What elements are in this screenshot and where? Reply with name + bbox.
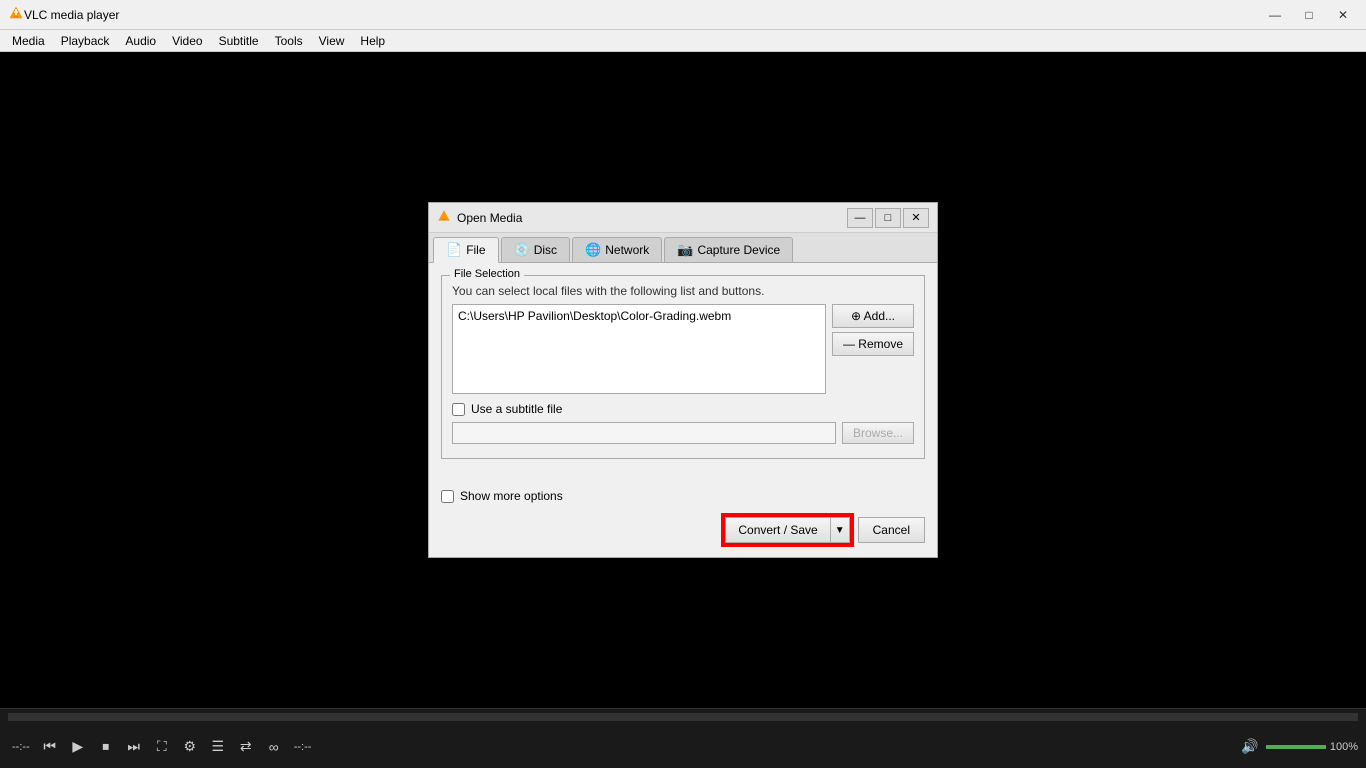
disc-tab-icon: 💿 xyxy=(514,242,530,258)
cancel-button[interactable]: Cancel xyxy=(858,517,925,543)
dialog-maximize-button[interactable]: □ xyxy=(875,208,901,228)
dialog-content: File Selection You can select local file… xyxy=(429,263,937,481)
browse-button[interactable]: Browse... xyxy=(842,422,914,444)
window-controls: — □ ✕ xyxy=(1260,3,1358,27)
file-selection-label: File Selection xyxy=(450,268,524,280)
subtitle-checkbox[interactable] xyxy=(452,403,465,416)
capture-tab-label: Capture Device xyxy=(697,243,780,257)
progress-bar[interactable] xyxy=(8,713,1358,721)
menu-video[interactable]: Video xyxy=(164,32,210,50)
dialog-close-button[interactable]: ✕ xyxy=(903,208,929,228)
loop-button[interactable]: ∞ xyxy=(262,735,286,759)
disc-tab-label: Disc xyxy=(534,243,557,257)
file-area: C:\Users\HP Pavilion\Desktop\Color-Gradi… xyxy=(452,304,914,394)
network-tab-label: Network xyxy=(605,243,649,257)
remove-button[interactable]: — Remove xyxy=(832,332,914,356)
playlist-button[interactable]: ☰ xyxy=(206,735,230,759)
tab-disc[interactable]: 💿 Disc xyxy=(501,237,571,262)
controls-row: --:-- ⏮ ▶ ⏹ ⏭ ⛶ ⚙ ☰ ⇄ ∞ --:-- 🔊 100% xyxy=(0,725,1366,768)
volume-section: 🔊 100% xyxy=(1238,735,1358,759)
tab-capture-device[interactable]: 📷 Capture Device xyxy=(664,237,793,262)
stop-button[interactable]: ⏹ xyxy=(94,735,118,759)
file-selection-description: You can select local files with the foll… xyxy=(452,284,914,298)
convert-save-button[interactable]: Convert / Save xyxy=(725,517,829,543)
network-tab-icon: 🌐 xyxy=(585,242,601,258)
dialog-vlc-icon xyxy=(437,209,451,226)
open-media-dialog: Open Media — □ ✕ 📄 File 💿 Disc 🌐 Network xyxy=(428,202,938,558)
tabs-bar: 📄 File 💿 Disc 🌐 Network 📷 Capture Device xyxy=(429,233,937,263)
next-button[interactable]: ⏭ xyxy=(122,735,146,759)
dialog-title-text: Open Media xyxy=(457,211,847,225)
subtitle-path-row: Browse... xyxy=(452,422,914,444)
convert-save-wrapper: Convert / Save ▼ xyxy=(723,515,851,545)
subtitle-checkbox-row: Use a subtitle file xyxy=(452,402,914,416)
subtitle-checkbox-label[interactable]: Use a subtitle file xyxy=(471,402,562,416)
add-button[interactable]: ⊕ Add... xyxy=(832,304,914,328)
file-tab-icon: 📄 xyxy=(446,242,462,258)
tab-network[interactable]: 🌐 Network xyxy=(572,237,662,262)
menu-view[interactable]: View xyxy=(311,32,353,50)
time-right: --:-- xyxy=(294,741,312,753)
extended-button[interactable]: ⚙ xyxy=(178,735,202,759)
capture-tab-icon: 📷 xyxy=(677,242,693,258)
app-title: VLC media player xyxy=(24,8,1260,22)
tab-file[interactable]: 📄 File xyxy=(433,237,499,263)
show-more-row: Show more options xyxy=(429,489,937,503)
menu-help[interactable]: Help xyxy=(352,32,393,50)
time-left: --:-- xyxy=(12,741,30,753)
volume-icon[interactable]: 🔊 xyxy=(1238,735,1262,759)
volume-percent: 100% xyxy=(1330,741,1358,753)
close-button[interactable]: ✕ xyxy=(1328,3,1358,27)
play-button[interactable]: ▶ xyxy=(66,735,90,759)
prev-button[interactable]: ⏮ xyxy=(38,735,62,759)
file-list-item: C:\Users\HP Pavilion\Desktop\Color-Gradi… xyxy=(456,308,822,324)
file-buttons: ⊕ Add... — Remove xyxy=(832,304,914,394)
dialog-titlebar: Open Media — □ ✕ xyxy=(429,203,937,233)
menu-media[interactable]: Media xyxy=(4,32,53,50)
titlebar: VLC media player — □ ✕ xyxy=(0,0,1366,30)
dialog-overlay: Open Media — □ ✕ 📄 File 💿 Disc 🌐 Network xyxy=(0,52,1366,708)
random-button[interactable]: ⇄ xyxy=(234,735,258,759)
show-more-checkbox[interactable] xyxy=(441,490,454,503)
file-list[interactable]: C:\Users\HP Pavilion\Desktop\Color-Gradi… xyxy=(452,304,826,394)
file-tab-label: File xyxy=(466,243,485,257)
subtitle-path-input[interactable] xyxy=(452,422,836,444)
menubar: Media Playback Audio Video Subtitle Tool… xyxy=(0,30,1366,52)
bottom-bar: --:-- ⏮ ▶ ⏹ ⏭ ⛶ ⚙ ☰ ⇄ ∞ --:-- 🔊 100% xyxy=(0,708,1366,768)
dialog-minimize-button[interactable]: — xyxy=(847,208,873,228)
menu-subtitle[interactable]: Subtitle xyxy=(211,32,267,50)
menu-playback[interactable]: Playback xyxy=(53,32,118,50)
minimize-button[interactable]: — xyxy=(1260,3,1290,27)
convert-save-dropdown-button[interactable]: ▼ xyxy=(830,517,850,543)
menu-tools[interactable]: Tools xyxy=(267,32,311,50)
dialog-window-controls: — □ ✕ xyxy=(847,208,929,228)
fullscreen-button[interactable]: ⛶ xyxy=(150,735,174,759)
show-more-label[interactable]: Show more options xyxy=(460,489,563,503)
file-selection-group: File Selection You can select local file… xyxy=(441,275,925,459)
volume-bar[interactable] xyxy=(1266,745,1326,749)
dialog-footer: Convert / Save ▼ Cancel xyxy=(429,515,937,557)
maximize-button[interactable]: □ xyxy=(1294,3,1324,27)
vlc-icon xyxy=(8,5,24,24)
volume-fill xyxy=(1266,745,1326,749)
menu-audio[interactable]: Audio xyxy=(117,32,164,50)
